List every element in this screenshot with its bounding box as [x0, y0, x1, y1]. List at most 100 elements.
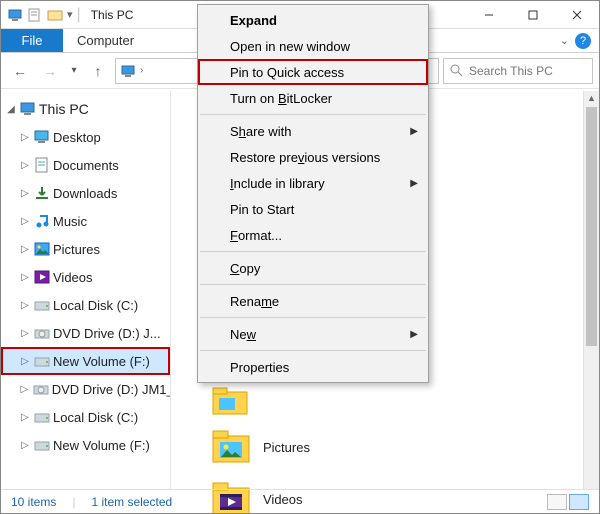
music-icon — [33, 212, 51, 230]
expand-icon[interactable]: ▷ — [19, 188, 31, 199]
context-menu-item[interactable]: Format... — [198, 222, 428, 248]
properties-icon[interactable] — [27, 7, 43, 23]
collapse-icon[interactable]: ◢ — [5, 104, 17, 115]
back-button[interactable]: ← — [7, 58, 33, 84]
pc-icon — [19, 100, 37, 118]
tree-item-label: Downloads — [53, 186, 117, 201]
expand-icon[interactable]: ▷ — [19, 300, 31, 311]
drive-icon — [33, 352, 51, 370]
tree-item[interactable]: ▷DVD Drive (D:) J... — [1, 319, 170, 347]
large-icons-view-button[interactable] — [569, 494, 589, 510]
context-menu-separator — [200, 251, 426, 252]
context-menu-item[interactable]: Pin to Start — [198, 196, 428, 222]
tree-item[interactable]: ▷Desktop — [1, 123, 170, 151]
expand-icon[interactable]: ▷ — [19, 384, 30, 395]
context-menu-item[interactable]: Expand — [198, 7, 428, 33]
context-menu-item[interactable]: Restore previous versions — [198, 144, 428, 170]
status-bar: 10 items | 1 item selected — [1, 489, 599, 513]
expand-icon[interactable]: ▷ — [19, 440, 31, 451]
tree-item[interactable]: ▷ DVD Drive (D:) JM1_... — [1, 375, 170, 403]
search-placeholder: Search This PC — [469, 64, 553, 78]
scroll-thumb[interactable] — [586, 107, 597, 346]
context-menu-separator — [200, 350, 426, 351]
context-menu-item[interactable]: Share with ▶ — [198, 118, 428, 144]
scroll-up-icon[interactable]: ▲ — [584, 91, 599, 105]
tree-item[interactable]: ▷ Downloads — [1, 179, 170, 207]
expand-icon[interactable]: ▷ — [19, 132, 31, 143]
expand-icon[interactable]: ▷ — [19, 216, 31, 227]
submenu-arrow-icon: ▶ — [410, 126, 418, 137]
ribbon-expand-icon[interactable]: ⌄ — [560, 34, 569, 47]
expand-icon[interactable]: ▷ — [19, 244, 31, 255]
expand-icon[interactable]: ▷ — [19, 272, 31, 283]
context-menu-item[interactable]: Open in new window — [198, 33, 428, 59]
tree-root-this-pc[interactable]: ◢ This PC — [1, 95, 170, 123]
tree-item[interactable]: ▷Local Disk (C:) — [1, 403, 170, 431]
folder-icon[interactable] — [47, 7, 63, 23]
scrollbar[interactable]: ▲ — [583, 91, 599, 489]
context-menu-label: Turn on BitLocker — [230, 91, 332, 106]
tree-item[interactable]: ▷ New Volume (F:) — [1, 347, 170, 375]
chevron-right-icon[interactable]: › — [140, 65, 143, 76]
tree-item-label: DVD Drive (D:) JM1_... — [52, 382, 170, 397]
context-menu-label: Properties — [230, 360, 289, 375]
expand-icon[interactable]: ▷ — [19, 328, 31, 339]
expand-icon[interactable]: ▷ — [19, 160, 31, 171]
desktop-icon — [33, 128, 51, 146]
context-menu-item[interactable]: New ▶ — [198, 321, 428, 347]
context-menu-item[interactable]: Properties — [198, 354, 428, 380]
details-view-button[interactable] — [547, 494, 567, 510]
minimize-button[interactable] — [467, 2, 511, 27]
maximize-button[interactable] — [511, 2, 555, 27]
tree-item[interactable]: ▷Videos — [1, 263, 170, 291]
list-item-label: Pictures — [263, 440, 310, 455]
context-menu-label: New — [230, 327, 256, 342]
context-menu-item[interactable]: Turn on BitLocker — [198, 85, 428, 111]
context-menu-item[interactable]: Pin to Quick access — [198, 59, 428, 85]
context-menu-item[interactable]: Copy — [198, 255, 428, 281]
documents-icon — [33, 156, 51, 174]
search-input[interactable]: Search This PC — [443, 58, 593, 84]
list-item[interactable]: Pictures — [171, 421, 599, 473]
pc-icon — [120, 63, 136, 79]
up-button[interactable]: ↑ — [85, 58, 111, 84]
context-menu-label: Copy — [230, 261, 260, 276]
tree-item[interactable]: ▷ Documents — [1, 151, 170, 179]
view-switcher — [547, 494, 589, 510]
tree-item-label: New Volume (F:) — [53, 354, 150, 369]
tree-item[interactable]: ▷Local Disk (C:) — [1, 291, 170, 319]
recent-dropdown-icon[interactable]: ▾ — [67, 58, 81, 84]
forward-button[interactable]: → — [37, 58, 63, 84]
tree-item-label: Documents — [53, 158, 119, 173]
tree-item[interactable]: ▷ Pictures — [1, 235, 170, 263]
tab-file[interactable]: File — [1, 29, 63, 52]
context-menu-label: Pin to Quick access — [230, 65, 344, 80]
status-item-count: 10 items — [11, 495, 56, 509]
expand-icon[interactable]: ▷ — [19, 412, 31, 423]
pc-icon — [7, 7, 23, 23]
window-title: This PC — [91, 8, 134, 22]
tree-item-label: New Volume (F:) — [53, 438, 150, 453]
context-menu-label: Share with — [230, 124, 291, 139]
navigation-pane[interactable]: ◢ This PC ▷Desktop▷Documents▷Downloads▷M… — [1, 91, 171, 489]
context-menu-item[interactable]: Rename — [198, 288, 428, 314]
close-button[interactable] — [555, 2, 599, 27]
tree-item[interactable]: ▷Music — [1, 207, 170, 235]
help-icon[interactable]: ? — [575, 33, 591, 49]
context-menu-label: Open in new window — [230, 39, 350, 54]
tab-computer[interactable]: Computer — [63, 29, 148, 52]
search-icon — [450, 64, 463, 77]
status-selected-count: 1 item selected — [91, 495, 172, 509]
context-menu-label: Include in library — [230, 176, 325, 191]
quick-access-toolbar: ▾ | — [1, 6, 81, 24]
context-menu-label: Pin to Start — [230, 202, 294, 217]
tree-item-label: Pictures — [53, 242, 100, 257]
tree-item[interactable]: ▷ New Volume (F:) — [1, 431, 170, 459]
context-menu-item[interactable]: Include in library▶ — [198, 170, 428, 196]
qat-dropdown-icon[interactable]: ▾ — [67, 8, 73, 21]
videos-icon — [33, 268, 51, 286]
expand-icon[interactable]: ▷ — [19, 356, 31, 367]
pictures-folder-icon — [211, 428, 253, 466]
list-item[interactable] — [171, 381, 599, 421]
submenu-arrow-icon: ▶ — [410, 329, 418, 340]
